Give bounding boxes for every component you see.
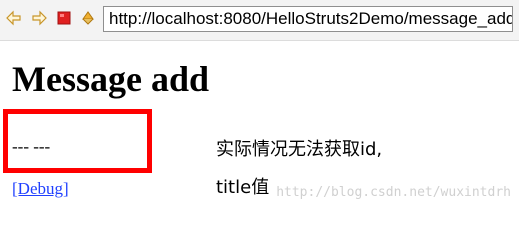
back-arrow-icon[interactable]	[6, 10, 22, 26]
stop-icon[interactable]	[56, 10, 72, 26]
page-title: Message add	[12, 59, 209, 99]
address-bar[interactable]: http://localhost:8080/HelloStruts2Demo/m…	[103, 6, 513, 32]
browser-toolbar: http://localhost:8080/HelloStruts2Demo/m…	[0, 0, 519, 41]
annotation-line-1: 实际情况无法获取id,	[216, 139, 383, 160]
watermark-text: http://blog.csdn.net/wuxintdrh	[276, 185, 511, 200]
red-highlight-box	[3, 109, 152, 173]
forward-arrow-icon[interactable]	[31, 10, 47, 26]
refresh-icon[interactable]	[80, 10, 96, 26]
debug-link[interactable]: [Debug]	[12, 179, 69, 199]
